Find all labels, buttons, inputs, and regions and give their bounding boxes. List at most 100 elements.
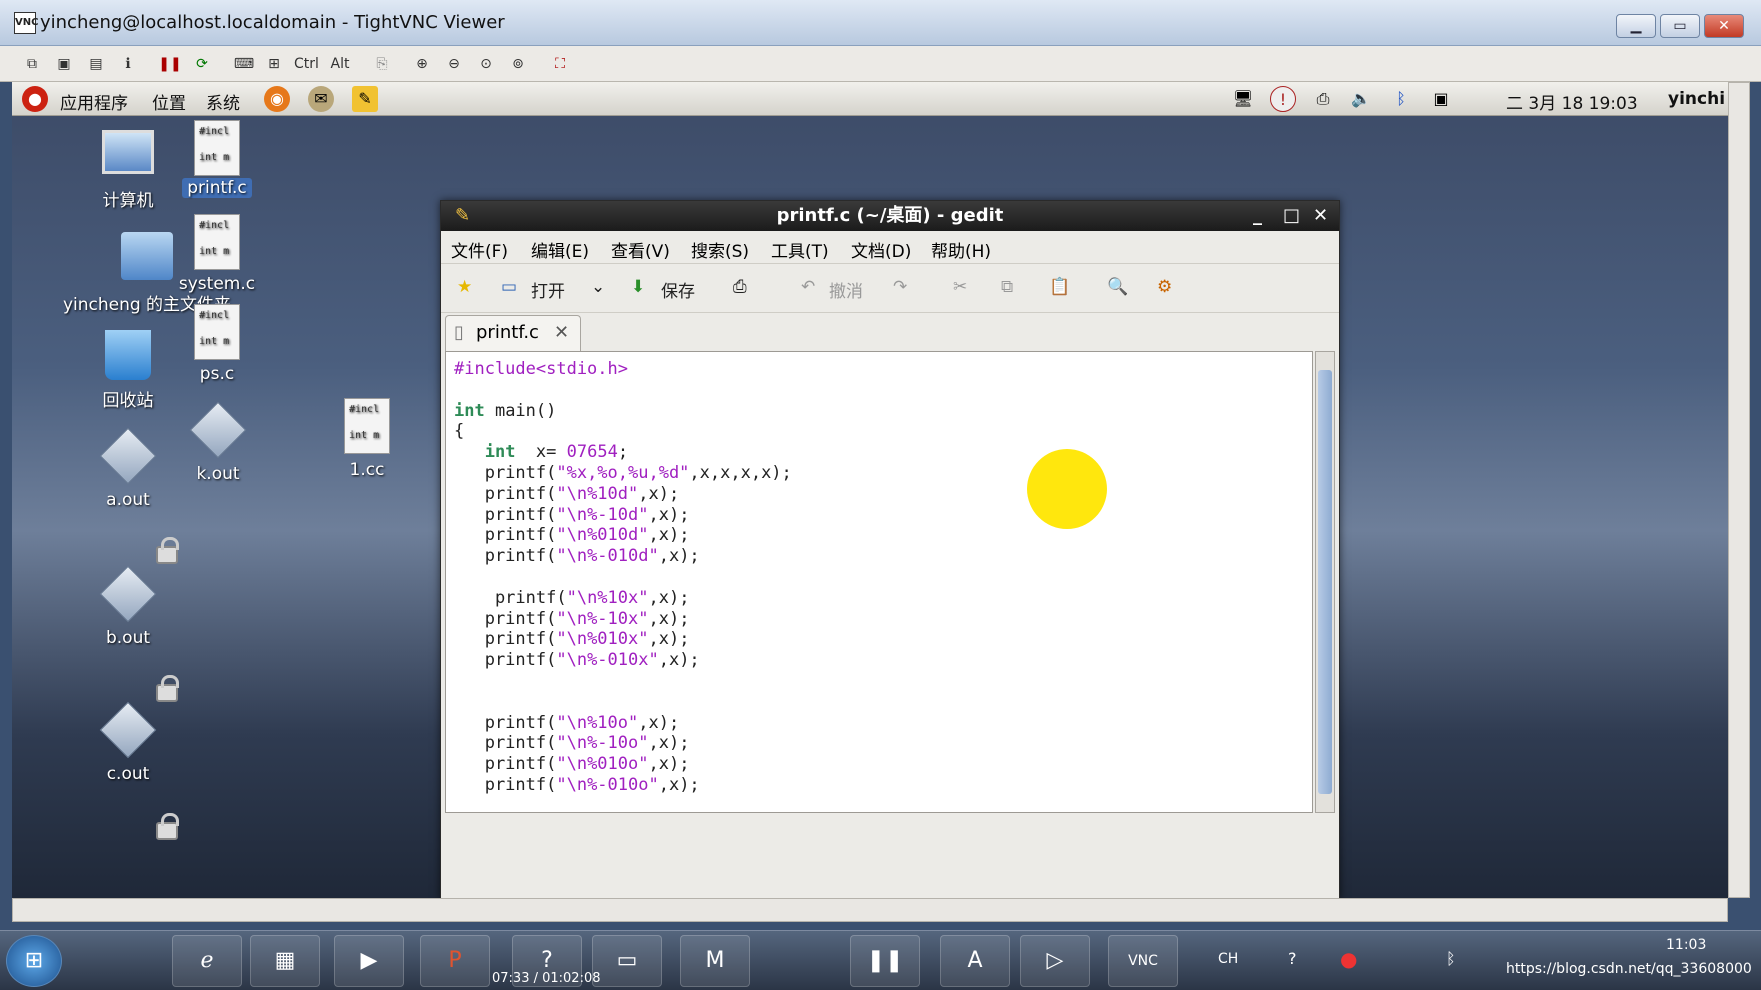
desktop-icon-label: k.out xyxy=(196,464,240,484)
menu-applications[interactable]: 应用程序 xyxy=(60,89,128,114)
paste-icon[interactable]: 📋 xyxy=(1049,277,1070,297)
clipboard-icon[interactable]: ⎘ xyxy=(370,52,394,76)
video-pause-button[interactable]: ❚❚ xyxy=(850,935,920,987)
menu-edit[interactable]: 编辑(E) xyxy=(531,237,589,262)
display-icon[interactable]: ▣ xyxy=(1428,86,1454,112)
desktop-icon-ps-c[interactable]: #incl int m ps.c xyxy=(182,304,252,384)
gedit-close-button[interactable]: ✕ xyxy=(1313,201,1328,231)
options-icon[interactable]: ▤ xyxy=(84,52,108,76)
windows-key-icon[interactable]: ⊞ xyxy=(262,52,286,76)
gedit-app-icon: ✎ xyxy=(455,205,471,226)
panel-username[interactable]: yinchi xyxy=(1668,89,1725,109)
tab-printf-c[interactable]: ▯ printf.c ✕ xyxy=(445,315,581,351)
info-icon[interactable]: ℹ xyxy=(116,52,140,76)
redo-icon[interactable]: ↷ xyxy=(893,277,907,297)
menu-search[interactable]: 搜索(S) xyxy=(691,237,749,262)
open-button[interactable]: 打开 xyxy=(531,277,565,302)
notes-icon[interactable]: ✎ xyxy=(352,86,378,112)
menu-system[interactable]: 系统 xyxy=(206,89,240,114)
desktop-icon-b-out[interactable]: b.out xyxy=(88,565,168,648)
vnc-taskbar-icon[interactable]: VNC xyxy=(1108,935,1178,987)
gedit-minimize-button[interactable]: _ xyxy=(1253,201,1262,231)
desktop-icon-label: printf.c xyxy=(182,178,252,198)
start-button[interactable]: ⊞ xyxy=(6,935,62,987)
scrollbar-thumb[interactable] xyxy=(1318,370,1332,794)
media-player-taskbar-icon[interactable]: ▶ xyxy=(334,935,404,987)
zoom-fit-icon[interactable]: ⊚ xyxy=(506,52,530,76)
bluetooth-tray-icon[interactable]: ᛒ xyxy=(1446,949,1456,968)
visual-studio-taskbar-icon[interactable]: ▷ xyxy=(1020,935,1090,987)
gedit-maximize-button[interactable]: □ xyxy=(1283,201,1300,231)
panel-clock[interactable]: 二 3月 18 19:03 xyxy=(1506,89,1638,114)
office-taskbar-icon[interactable]: M xyxy=(680,935,750,987)
print-icon[interactable]: ⎙ xyxy=(733,277,747,297)
terminal-taskbar-icon[interactable]: ▭ xyxy=(592,935,662,987)
desktop-icon-a-out[interactable]: a.out xyxy=(88,427,168,510)
save-session-icon[interactable]: ▣ xyxy=(52,52,76,76)
zoom-out-icon[interactable]: ⊖ xyxy=(442,52,466,76)
vnc-close-button[interactable]: ✕ xyxy=(1704,14,1744,38)
vnc-horizontal-scrollbar[interactable] xyxy=(12,898,1728,922)
find-icon[interactable]: 🔍 xyxy=(1107,277,1128,297)
cut-icon[interactable]: ✂ xyxy=(953,277,967,297)
find-replace-icon[interactable]: ⚙ xyxy=(1157,277,1172,297)
firefox-icon[interactable]: ◉ xyxy=(264,86,290,112)
gedit-titlebar: printf.c (~/桌面) - gedit ✎ _ □ ✕ xyxy=(441,201,1339,231)
editor-vertical-scrollbar[interactable] xyxy=(1315,351,1335,813)
desktop-icon-trash[interactable]: 回收站 xyxy=(78,330,178,411)
help-tray-icon[interactable]: ? xyxy=(1288,949,1297,968)
volume-icon[interactable]: 🔈 xyxy=(1348,86,1374,112)
menu-help[interactable]: 帮助(H) xyxy=(931,237,991,262)
network-icon[interactable]: 🖥 xyxy=(1230,86,1256,112)
new-connection-icon[interactable]: ⧉ xyxy=(20,52,44,76)
fullscreen-icon[interactable]: ⛶ xyxy=(548,52,572,76)
undo-icon[interactable]: ↶ xyxy=(801,277,815,297)
alt-toggle-button[interactable]: Alt xyxy=(328,52,352,76)
pause-icon[interactable]: ❚❚ xyxy=(158,52,182,76)
c-source-file-icon: #incl int m xyxy=(194,120,240,176)
printer-icon[interactable]: ⎙ xyxy=(1310,86,1336,112)
taskbar-clock[interactable]: 11:03 xyxy=(1666,937,1706,953)
desktop-icon-k-out[interactable]: k.out xyxy=(178,401,258,484)
pdf-taskbar-icon[interactable]: A xyxy=(940,935,1010,987)
bluetooth-icon[interactable]: ᛒ xyxy=(1388,86,1414,112)
menu-file[interactable]: 文件(F) xyxy=(451,237,508,262)
explorer-taskbar-icon[interactable]: ▦ xyxy=(250,935,320,987)
menu-documents[interactable]: 文档(D) xyxy=(851,237,911,262)
powerpoint-taskbar-icon[interactable]: P xyxy=(420,935,490,987)
menu-view[interactable]: 查看(V) xyxy=(611,237,670,262)
desktop-icon-printf-c[interactable]: #incl int m printf.c xyxy=(182,120,252,198)
menu-places[interactable]: 位置 xyxy=(152,89,186,114)
redhat-icon[interactable]: ● xyxy=(22,86,48,112)
zoom-in-icon[interactable]: ⊕ xyxy=(410,52,434,76)
home-folder-icon xyxy=(121,232,173,280)
desktop-icon-home-folder[interactable]: yincheng 的主文件夹 xyxy=(42,232,252,315)
ctrl-toggle-button[interactable]: Ctrl xyxy=(294,52,319,76)
code-editor[interactable]: #include<stdio.h> int main(){ int x= 0765… xyxy=(445,351,1313,813)
vnc-vertical-scrollbar[interactable] xyxy=(1728,82,1750,898)
refresh-icon[interactable]: ⟳ xyxy=(190,52,214,76)
vnc-maximize-button[interactable]: ▭ xyxy=(1660,14,1700,38)
open-recent-dropdown-icon[interactable]: ⌄ xyxy=(591,277,605,297)
undo-button[interactable]: 撤消 xyxy=(829,277,863,302)
mail-icon[interactable]: ✉ xyxy=(308,86,334,112)
menu-tools[interactable]: 工具(T) xyxy=(771,237,829,262)
tab-close-icon[interactable]: ✕ xyxy=(554,316,569,350)
remote-desktop: ● 应用程序 位置 系统 ◉ ✉ ✎ 🖥 ! ⎙ 🔈 ᛒ ▣ 二 3月 18 1… xyxy=(12,82,1728,898)
update-icon[interactable]: ! xyxy=(1270,86,1296,112)
language-indicator[interactable]: CH xyxy=(1218,951,1238,967)
vnc-minimize-button[interactable]: ▁ xyxy=(1616,14,1656,38)
new-document-icon[interactable]: ★ xyxy=(457,277,472,297)
save-icon[interactable]: ⬇ xyxy=(631,277,645,297)
record-icon[interactable]: ● xyxy=(1340,947,1357,971)
ie-taskbar-icon[interactable]: ℯ xyxy=(172,935,242,987)
open-icon[interactable]: ▭ xyxy=(501,277,517,297)
desktop-icon-c-out[interactable]: c.out xyxy=(88,701,168,784)
zoom-100-icon[interactable]: ⊙ xyxy=(474,52,498,76)
copy-icon[interactable]: ⧉ xyxy=(1001,277,1013,297)
save-button[interactable]: 保存 xyxy=(661,277,695,302)
desktop-icon-computer[interactable]: 计算机 xyxy=(78,130,178,211)
file-preview-line: #incl xyxy=(199,220,230,231)
ctrl-alt-del-icon[interactable]: ⌨ xyxy=(232,52,256,76)
desktop-icon-1-cc[interactable]: #incl int m 1.cc xyxy=(332,398,402,480)
